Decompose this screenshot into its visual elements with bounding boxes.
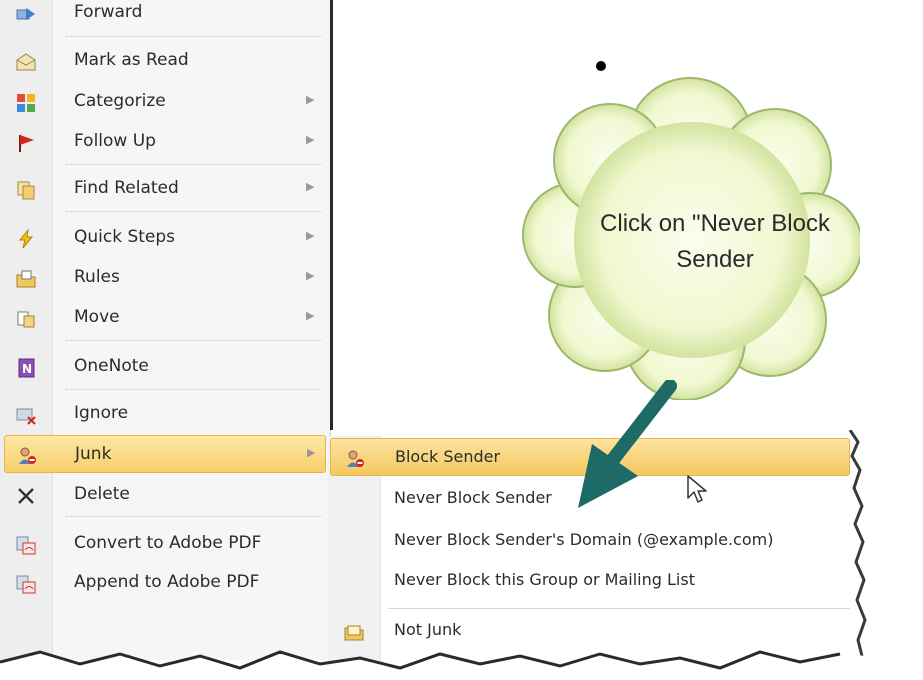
submenu-arrow-icon: ▶ xyxy=(306,180,315,193)
menu-item-label: Convert to Adobe PDF xyxy=(74,533,262,553)
callout-text: Click on "Never Block Sender xyxy=(600,210,830,273)
submenu-arrow-icon: ▶ xyxy=(306,93,315,106)
menu-divider xyxy=(66,389,322,390)
submenu-arrow-icon: ▶ xyxy=(307,446,316,459)
submenu-arrow-icon: ▶ xyxy=(306,309,315,322)
submenu-arrow-icon: ▶ xyxy=(306,269,315,282)
delete-icon xyxy=(18,488,34,504)
move-icon xyxy=(17,311,35,328)
menu-divider xyxy=(66,164,322,165)
ignore-icon xyxy=(16,408,36,425)
not-junk-icon xyxy=(344,625,364,641)
menu-divider xyxy=(66,516,322,517)
submenu-divider xyxy=(388,608,850,609)
menu-item-label: Find Related xyxy=(74,178,179,198)
svg-text:N: N xyxy=(22,362,32,376)
categorize-icon xyxy=(17,94,35,112)
menu-item-label: Mark as Read xyxy=(74,50,189,70)
submenu-item-label: Not Junk xyxy=(394,620,462,639)
flag-icon xyxy=(19,135,34,152)
menu-item-label: Move xyxy=(74,307,120,327)
block-sender-icon xyxy=(347,450,364,467)
submenu-arrow-icon: ▶ xyxy=(306,229,315,242)
pdf-convert-icon xyxy=(16,536,36,555)
junk-icon xyxy=(19,447,36,464)
menu-item-delete[interactable]: Delete xyxy=(4,476,326,514)
menu-item-label: Categorize xyxy=(74,91,166,111)
menu-item-quick-steps[interactable]: Quick Steps ▶ xyxy=(4,219,326,257)
submenu-item-never-block-domain[interactable]: Never Block Sender's Domain (@example.co… xyxy=(330,522,850,560)
torn-edge-bottom xyxy=(0,650,923,680)
menu-item-junk[interactable]: Junk ▶ xyxy=(4,435,326,473)
menu-item-label: Ignore xyxy=(74,403,129,423)
menu-item-append-to-adobe-pdf[interactable]: Append to Adobe PDF xyxy=(4,564,326,602)
menu-item-label: Follow Up xyxy=(74,131,156,151)
menu-item-mark-as-read[interactable]: Mark as Read xyxy=(4,42,326,80)
menu-item-categorize[interactable]: Categorize ▶ xyxy=(4,83,326,121)
submenu-item-label: Never Block this Group or Mailing List xyxy=(394,570,695,589)
submenu-item-label: Block Sender xyxy=(395,447,501,466)
menu-item-find-related[interactable]: Find Related ▶ xyxy=(4,170,326,208)
menu-item-label: Forward xyxy=(74,2,143,22)
menu-item-rules[interactable]: Rules ▶ xyxy=(4,259,326,297)
menu-divider xyxy=(66,211,322,212)
window-border xyxy=(330,0,333,430)
menu-item-label: Rules xyxy=(74,267,120,287)
mouse-cursor-icon xyxy=(687,475,707,503)
submenu-item-label: Never Block Sender xyxy=(394,488,552,507)
menu-item-ignore[interactable]: Ignore xyxy=(4,395,326,433)
pointer-arrow xyxy=(578,380,677,508)
submenu-item-label: Never Block Sender's Domain (@example.co… xyxy=(394,530,774,549)
find-related-icon xyxy=(17,181,35,200)
menu-item-onenote[interactable]: N OneNote xyxy=(4,348,326,386)
dot-marker xyxy=(596,61,606,71)
menu-item-label: Quick Steps xyxy=(74,227,176,247)
menu-divider xyxy=(66,340,322,341)
submenu-arrow-icon: ▶ xyxy=(306,133,315,146)
menu-item-label: Junk xyxy=(75,444,112,464)
menu-item-convert-to-adobe-pdf[interactable]: Convert to Adobe PDF xyxy=(4,525,326,563)
menu-item-label: Append to Adobe PDF xyxy=(74,572,260,592)
pdf-append-icon xyxy=(16,575,36,594)
menu-item-label: OneNote xyxy=(74,356,149,376)
rules-icon xyxy=(16,270,36,288)
menu-item-forward[interactable]: Forward xyxy=(4,0,326,32)
menu-item-move[interactable]: Move ▶ xyxy=(4,299,326,337)
submenu-item-never-block-group[interactable]: Never Block this Group or Mailing List xyxy=(330,562,850,600)
menu-item-label: Delete xyxy=(74,484,130,504)
menu-item-follow-up[interactable]: Follow Up ▶ xyxy=(4,123,326,161)
forward-icon xyxy=(16,8,35,20)
onenote-icon: N xyxy=(18,358,35,378)
context-menu: Forward Mark as Read Categorize ▶ Follow… xyxy=(0,0,331,660)
lightning-icon xyxy=(18,229,34,249)
envelope-open-icon xyxy=(16,53,36,71)
menu-divider xyxy=(66,36,322,37)
